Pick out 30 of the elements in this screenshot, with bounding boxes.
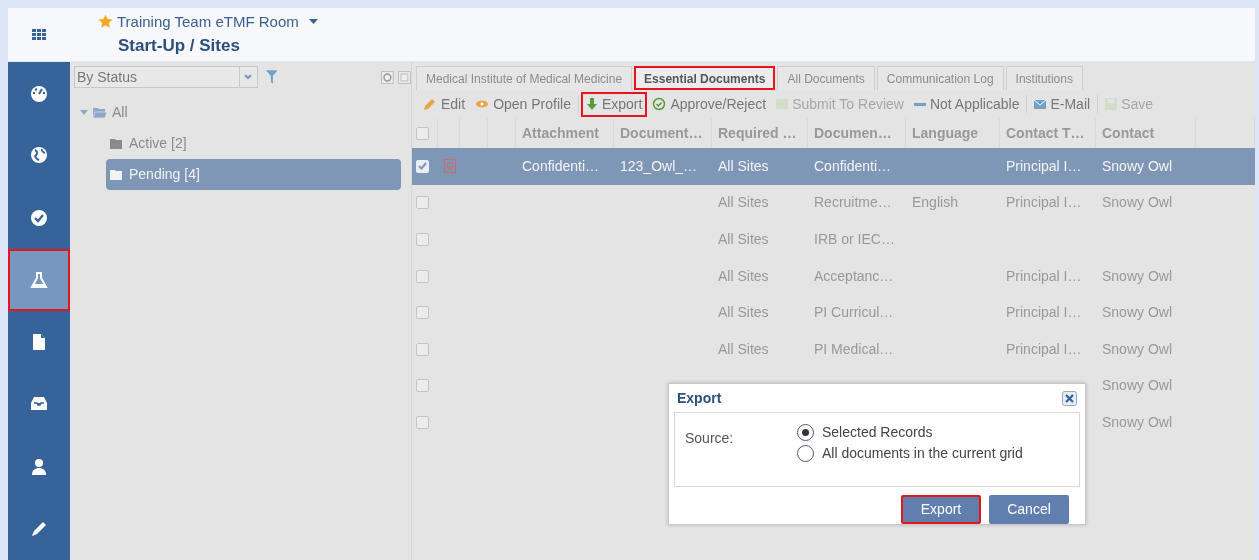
table-cell-text: All Sites [718, 156, 769, 176]
table-cell-text: All Sites [718, 230, 769, 249]
table-cell-text: All Sites [718, 339, 769, 359]
table-cell-text: PI Curricul… [814, 303, 894, 323]
table-cell-text: Confidenti… [814, 156, 892, 176]
table-cell-text: Snowy Owl [1102, 339, 1173, 359]
table-cell-text: Snowy Owl [1102, 303, 1173, 323]
table-cell-text: All Sites [718, 193, 769, 213]
table-cell-text: Snowy Owl [1102, 156, 1173, 176]
table-cell-text: Snowy Owl [1102, 412, 1173, 432]
table-cell-text: Snowy Owl [1102, 266, 1173, 286]
table-cell-text: Principal I… [1006, 339, 1082, 359]
table-cell-text: Principal I… [1006, 156, 1082, 176]
table-cell-text: Recruitme… [814, 193, 892, 213]
table-cell-text: All Sites [718, 303, 769, 323]
page-title: Start-Up / Sites [118, 35, 241, 57]
table-cell-text: Acceptanc… [814, 266, 894, 286]
table-cell-text: IRB or IEC… [814, 230, 895, 249]
table-cell-text: Principal I… [1006, 303, 1082, 323]
table-cell-text: All Sites [718, 266, 769, 286]
table-cell-text: English [912, 193, 958, 213]
table-cell-text: 123_Owl_… [620, 156, 698, 176]
dialog-title: Export [677, 388, 722, 408]
table-cell-text: Principal I… [1006, 193, 1082, 213]
table-cell-text: Snowy Owl [1102, 376, 1173, 396]
source-label: Source: [685, 429, 735, 448]
table-cell-text: Confidenti… [522, 156, 600, 176]
table-cell-text: Principal I… [1006, 266, 1082, 286]
table-cell-text: PI Medical… [814, 339, 894, 359]
table-cell-text: Snowy Owl [1102, 193, 1173, 213]
